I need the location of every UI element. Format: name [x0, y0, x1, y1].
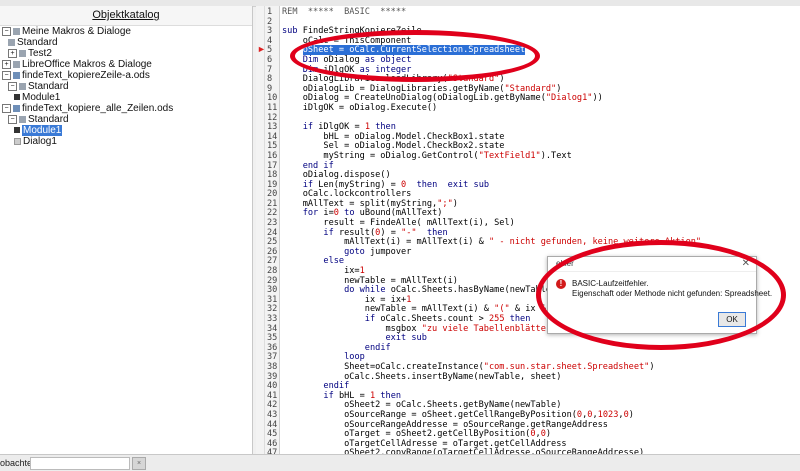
- tree-item-label: Module1: [22, 92, 61, 103]
- collapse-icon[interactable]: −: [8, 114, 17, 124]
- module-icon: [14, 94, 20, 101]
- tree-item[interactable]: Dialog1: [0, 136, 252, 147]
- library-icon: [19, 49, 26, 57]
- tree-item[interactable]: Module1: [0, 92, 252, 103]
- library-icon: [19, 82, 26, 90]
- collapse-icon[interactable]: −: [8, 81, 17, 91]
- tree-item-label: Standard: [28, 81, 69, 92]
- collapse-icon[interactable]: −: [2, 103, 11, 113]
- tree-item-label: findeText_kopiereZeile-a.ods: [22, 70, 150, 81]
- module-icon: [14, 127, 20, 134]
- tree-item-label: LibreOffice Makros & Dialoge: [22, 59, 152, 70]
- tree-item[interactable]: − findeText_kopiere_alle_Zeilen.ods: [0, 103, 252, 114]
- tree-item-label: Module1: [22, 125, 63, 136]
- tree-item-label: Test2: [28, 48, 52, 59]
- folder-icon: [13, 27, 20, 35]
- object-catalog-panel: Objektkatalog − Meine Makros & Dialoge Sta…: [0, 6, 253, 454]
- annotation-circle-dialog: [536, 240, 786, 350]
- tree-item-label: Standard: [28, 114, 69, 125]
- remove-watch-button[interactable]: ×: [132, 457, 146, 470]
- code-line[interactable]: iDlgOK = oDialog.Execute(): [282, 103, 800, 114]
- code-line[interactable]: myString = oDialog.GetControl("TextField…: [282, 151, 800, 162]
- code-line[interactable]: oCalc.Sheets.insertByName(newTable, shee…: [282, 372, 800, 383]
- tree-item-label: Dialog1: [23, 136, 57, 147]
- tree-item[interactable]: + LibreOffice Makros & Dialoge: [0, 59, 252, 70]
- tree-item[interactable]: Module1: [0, 125, 252, 136]
- tree-item[interactable]: + Test2: [0, 48, 252, 59]
- expand-icon[interactable]: +: [8, 48, 17, 58]
- dialog-icon: [14, 137, 21, 145]
- watch-bar: obachter: ×: [0, 454, 800, 471]
- line-numbers: 1 2 3 4 5 6 7 8 9 10 11 12 13 14 15 16 17 18 19 20 21 22 23 24 2…: [265, 6, 280, 454]
- expand-icon[interactable]: +: [2, 59, 11, 69]
- annotation-circle-code: [290, 30, 540, 82]
- tree-item[interactable]: Standard: [0, 37, 252, 48]
- tree-item-label: Standard: [17, 37, 58, 48]
- code-line[interactable]: REM ***** BASIC *****: [282, 7, 800, 18]
- tree-item[interactable]: − Meine Makros & Dialoge: [0, 26, 252, 37]
- folder-icon: [13, 60, 20, 68]
- library-icon: [19, 115, 26, 123]
- object-catalog-title: Objektkatalog: [0, 6, 252, 26]
- library-icon: [8, 38, 15, 46]
- collapse-icon[interactable]: −: [2, 70, 11, 80]
- tree-item[interactable]: − Standard: [0, 81, 252, 92]
- tree-item-label: findeText_kopiere_alle_Zeilen.ods: [22, 103, 174, 114]
- tree-item-label: Meine Makros & Dialoge: [22, 26, 131, 37]
- tree-item[interactable]: − findeText_kopiereZeile-a.ods: [0, 70, 252, 81]
- tree-item[interactable]: − Standard: [0, 114, 252, 125]
- collapse-icon[interactable]: −: [2, 26, 11, 36]
- document-icon: [13, 71, 20, 79]
- object-catalog-tree: − Meine Makros & Dialoge Standard + Test2 + Li…: [0, 26, 252, 147]
- breakpoint-column[interactable]: [256, 6, 265, 454]
- document-icon: [13, 104, 20, 112]
- watch-input[interactable]: [30, 457, 130, 470]
